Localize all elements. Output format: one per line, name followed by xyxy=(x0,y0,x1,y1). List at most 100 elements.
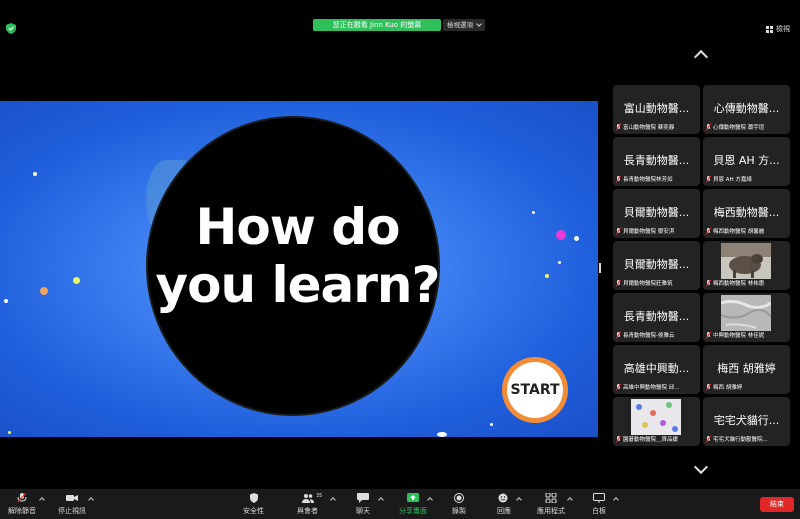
participant-label: 宅宅犬貓行動獸醫院... xyxy=(706,435,788,443)
headline-line-2: you learn? xyxy=(155,256,441,314)
participant-display-name: 貝爾動物醫... xyxy=(623,258,690,271)
smiley-plus-icon xyxy=(498,493,508,503)
participant-tile[interactable]: 梅西 胡雅婷 梅西 胡雅婷 xyxy=(703,345,790,394)
mic-muted-icon xyxy=(706,124,711,130)
participant-display-name: 梅西 胡雅婷 xyxy=(717,362,776,375)
view-options-label: 檢視選項 xyxy=(447,21,473,29)
whiteboard-button[interactable]: 白板 xyxy=(592,493,606,516)
confetti-dot xyxy=(33,172,37,176)
participant-label: 高雄中興動物醫院 邱... xyxy=(616,383,698,391)
share-screen-label: 分享畫面 xyxy=(399,507,427,515)
participant-display-name: 高雄中興動... xyxy=(623,362,690,375)
participant-photo-pattern xyxy=(631,399,681,435)
participant-display-name: 梅西動物醫... xyxy=(713,206,780,219)
mic-muted-icon xyxy=(616,124,621,130)
participant-name: 心傳動物醫院 蕭宇瑄 xyxy=(713,125,765,131)
split-handle[interactable] xyxy=(599,263,601,273)
participant-name: 梅西 胡雅婷 xyxy=(713,385,743,391)
participant-name: 梅西動物醫院 林祐惠 xyxy=(713,281,765,287)
stop-video-button[interactable]: 停止視訊 xyxy=(58,493,86,516)
participant-tile[interactable]: 高雄中興動... 高雄中興動物醫院 邱... xyxy=(613,345,700,394)
confetti-dot xyxy=(437,432,447,437)
view-options-dropdown[interactable]: 檢視選項 xyxy=(443,19,485,31)
reactions-button[interactable]: 回應 xyxy=(497,493,511,516)
participant-tile[interactable]: 長青動物醫... 長青動物醫院-侯雅云 xyxy=(613,293,700,342)
chat-button[interactable]: 聊天 xyxy=(356,493,370,516)
participant-display-name: 長青動物醫... xyxy=(623,310,690,323)
unmute-button[interactable]: 解除靜音 xyxy=(8,493,36,516)
people-icon xyxy=(301,494,314,503)
participant-label: 梅西動物醫院 胡馨麗 xyxy=(706,227,788,235)
chat-bubble-icon xyxy=(357,493,369,503)
participant-display-name: 貝爾動物醫... xyxy=(623,206,690,219)
participant-display-name: 心傳動物醫... xyxy=(713,102,780,115)
record-icon xyxy=(454,493,464,503)
participant-tile[interactable]: 長青動物醫... 長青動物醫院林芳如 xyxy=(613,137,700,186)
confetti-dot xyxy=(40,287,48,295)
participant-label: 梅西 胡雅婷 xyxy=(706,383,788,391)
participant-name: 貝恩 AH 方嘉綺 xyxy=(713,177,752,183)
participant-tile[interactable]: 富山動物醫... 富山動物醫院 蘇奕靜 xyxy=(613,85,700,134)
mic-muted-icon xyxy=(706,436,711,442)
participants-count: 35 xyxy=(316,493,323,499)
gallery-scroll-up-button[interactable] xyxy=(692,46,710,65)
participant-name: 貝爾動物醫院莊雅筑 xyxy=(623,281,673,287)
participant-tile[interactable]: 梅西動物醫院 林祐惠 xyxy=(703,241,790,290)
participant-label: 梅西動物醫院 林祐惠 xyxy=(706,279,788,287)
participant-name: 富山動物醫院 蘇奕靜 xyxy=(623,125,675,131)
participant-tile[interactable]: 貝爾動物醫... 貝爾動物醫院莊雅筑 xyxy=(613,241,700,290)
participant-label: 貝爾動物醫院莊雅筑 xyxy=(616,279,698,287)
participant-label: 園碁動物醫院＿齊品媛 xyxy=(616,435,698,443)
participant-label: 長青動物醫院-侯雅云 xyxy=(616,331,698,339)
shield-icon xyxy=(249,493,258,503)
security-button[interactable]: 安全性 xyxy=(243,493,264,516)
record-button[interactable]: 錄製 xyxy=(452,493,466,516)
mic-muted-icon xyxy=(616,384,621,390)
microphone-muted-icon xyxy=(17,493,27,503)
participant-display-name: 富山動物醫... xyxy=(623,102,690,115)
confetti-dot xyxy=(490,423,493,426)
reactions-label: 回應 xyxy=(497,507,511,515)
participant-tile[interactable]: 園碁動物醫院＿齊品媛 xyxy=(613,397,700,446)
encryption-shield-icon[interactable] xyxy=(6,23,16,34)
participant-photo-marble xyxy=(721,295,771,331)
participant-name: 園碁動物醫院＿齊品媛 xyxy=(623,437,679,443)
unmute-label: 解除靜音 xyxy=(8,507,36,515)
chevron-up-icon xyxy=(693,49,709,65)
chevron-down-icon xyxy=(476,21,482,27)
participant-tile[interactable]: 宅宅犬貓行... 宅宅犬貓行動獸醫院... xyxy=(703,397,790,446)
apps-label: 應用程式 xyxy=(537,507,565,515)
participant-name: 宅宅犬貓行動獸醫院... xyxy=(713,437,768,443)
participant-photo-dog xyxy=(721,243,771,279)
participants-button[interactable]: 與會者 xyxy=(297,493,318,516)
participant-label: 貝爾動物醫院 鄧安淇 xyxy=(616,227,698,235)
apps-grid-icon xyxy=(545,493,557,503)
participant-name: 高雄中興動物醫院 邱... xyxy=(623,385,680,391)
view-button[interactable]: 檢視 xyxy=(766,24,790,34)
participant-tile[interactable]: 中興動物醫院 林佳妮 xyxy=(703,293,790,342)
confetti-dot xyxy=(558,261,561,264)
record-label: 錄製 xyxy=(452,507,466,515)
mic-muted-icon xyxy=(616,176,621,182)
participant-name: 梅西動物醫院 胡馨麗 xyxy=(713,229,765,235)
end-meeting-button[interactable]: 結束 xyxy=(760,497,794,512)
screen-share-banner: 您正在觀看 Jinn Kuo 的螢幕 xyxy=(313,19,441,31)
confetti-dot xyxy=(532,211,535,214)
share-screen-button[interactable]: 分享畫面 xyxy=(399,493,427,516)
confetti-dot xyxy=(545,274,549,278)
video-camera-icon xyxy=(66,495,78,501)
window-top-bar xyxy=(0,0,800,19)
confetti-dot xyxy=(8,431,11,434)
headline-line-1: How do xyxy=(195,198,401,256)
participant-tile[interactable]: 貝恩 AH 方... 貝恩 AH 方嘉綺 xyxy=(703,137,790,186)
start-button[interactable]: START xyxy=(502,357,568,423)
participant-display-name: 長青動物醫... xyxy=(623,154,690,167)
participant-tile[interactable]: 梅西動物醫... 梅西動物醫院 胡馨麗 xyxy=(703,189,790,238)
participant-name: 中興動物醫院 林佳妮 xyxy=(713,333,765,339)
participant-tile[interactable]: 心傳動物醫... 心傳動物醫院 蕭宇瑄 xyxy=(703,85,790,134)
participant-tile[interactable]: 貝爾動物醫... 貝爾動物醫院 鄧安淇 xyxy=(613,189,700,238)
gallery-scroll-down-button[interactable] xyxy=(692,459,710,480)
security-label: 安全性 xyxy=(243,507,264,515)
apps-button[interactable]: 應用程式 xyxy=(537,493,565,516)
confetti-dot xyxy=(556,230,566,240)
